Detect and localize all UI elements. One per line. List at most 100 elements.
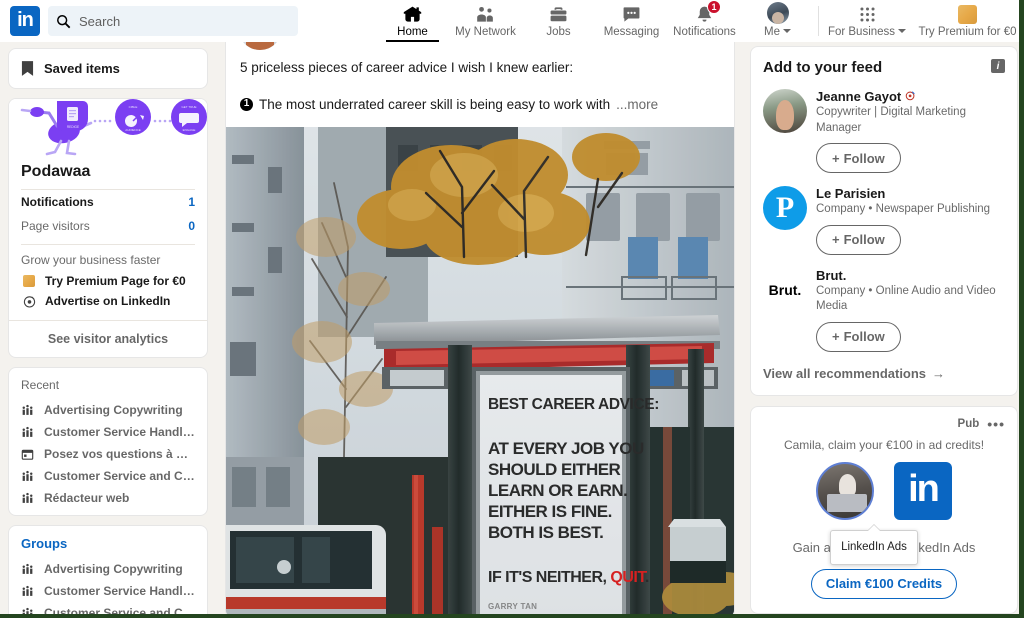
arrow-right-icon: → <box>932 365 946 381</box>
stat-notifications[interactable]: Notifications 1 <box>9 190 207 214</box>
grow-business-label: Grow your business faster <box>21 253 161 267</box>
stat-page-visitors-value: 0 <box>188 219 195 233</box>
post-text-line-2-row: 1 The most underrated career skill is be… <box>240 95 720 115</box>
nav-left: in Search <box>0 6 298 36</box>
nav-divider <box>818 6 819 36</box>
linkedin-logo-icon[interactable]: in <box>10 6 40 36</box>
try-premium-page-label: Try Premium Page for €0 <box>45 274 186 288</box>
page-profile-card: REDIGE CIBLE AUDIENCE GET TRUE ENGAGE Po… <box>8 98 208 358</box>
follow-button-le-parisien[interactable]: + Follow <box>816 224 901 255</box>
ad-card: Pub ••• Camila, claim your €100 in ad cr… <box>750 405 1018 614</box>
nav-item-home[interactable]: Home <box>376 0 449 42</box>
nav-item-me[interactable]: Me <box>741 0 814 42</box>
group-item-0-label: Advertising Copywriting <box>44 562 183 576</box>
suggestion-brut: Brut. Brut. Company • Online Audio and V… <box>763 267 1005 352</box>
recent-item-0-label: Advertising Copywriting <box>44 403 183 417</box>
suggestion-info: Jeanne Gayot Copywriter | Digital Market… <box>816 89 1005 174</box>
advertise-item[interactable]: Advertise on LinkedIn <box>9 291 207 311</box>
search-input[interactable]: Search <box>48 6 298 36</box>
recent-item-2[interactable]: Posez vos questions à un Maît... <box>21 443 195 465</box>
avatar[interactable] <box>763 89 807 133</box>
recent-item-4[interactable]: Rédacteur web <box>21 487 195 509</box>
search-placeholder: Search <box>79 13 121 29</box>
ad-header: Pub ••• <box>763 416 1005 432</box>
ad-pub-label: Pub <box>957 417 980 430</box>
info-icon[interactable]: i <box>991 59 1005 73</box>
nav-item-messaging[interactable]: Messaging <box>595 0 668 42</box>
ellipsis-icon[interactable]: ••• <box>987 416 1005 432</box>
group-icon <box>21 470 36 483</box>
see-visitor-analytics-button[interactable]: See visitor analytics <box>9 320 207 357</box>
saved-items-card[interactable]: Saved items <box>8 48 208 89</box>
avatar-initial: P <box>775 191 795 225</box>
nav-item-home-label: Home <box>397 25 428 38</box>
page-title: Podawaa <box>21 163 91 180</box>
try-premium-page-item[interactable]: Try Premium Page for €0 <box>9 271 207 291</box>
post-image[interactable]: BEST CAREER ADVICE: AT EVERY JOB YOU SHO… <box>226 127 734 617</box>
suggestion-subtitle: Copywriter | Digital Marketing Manager <box>816 106 966 134</box>
nav-item-jobs-label: Jobs <box>546 25 571 38</box>
follow-label: Follow <box>843 232 885 248</box>
post-body: 5 priceless pieces of career advice I wi… <box>226 56 734 114</box>
screen-edge-bottom <box>0 614 1024 618</box>
avatar[interactable]: P <box>763 186 807 231</box>
groups-title[interactable]: Groups <box>21 536 195 551</box>
post-text-line-2: The most underrated career skill is bein… <box>259 96 611 112</box>
plus-icon: + <box>832 150 840 166</box>
suggestion-subtitle: Company • Online Audio and Video Media <box>816 284 996 313</box>
suggestion-info: Le Parisien Company • Newspaper Publishi… <box>816 186 1005 255</box>
nav-item-notifications[interactable]: 1 Notifications <box>668 0 741 42</box>
suggestion-name-row[interactable]: Jeanne Gayot <box>816 89 1005 104</box>
group-item-1[interactable]: Customer Service Handling <box>21 580 195 602</box>
group-icon <box>21 563 36 576</box>
plus-icon: + <box>832 329 840 345</box>
linkedin-logo-icon: in <box>894 461 952 520</box>
stat-page-visitors[interactable]: Page visitors 0 <box>9 214 207 238</box>
follow-label: Follow <box>843 150 885 166</box>
global-nav: in Search Home My Network Jobs Messaging… <box>0 0 1024 42</box>
view-all-recommendations-link[interactable]: View all recommendations → <box>763 352 1005 383</box>
nav-item-try-premium[interactable]: Try Premium for €0 <box>911 0 1024 42</box>
recent-item-1-label: Customer Service Handling <box>44 425 195 439</box>
network-icon <box>476 5 495 24</box>
nav-item-jobs[interactable]: Jobs <box>522 0 595 42</box>
feed-post: 49m • 5 priceless pieces of career advic… <box>225 0 735 618</box>
group-item-1-label: Customer Service Handling <box>44 584 195 598</box>
chevron-down-icon <box>898 29 907 34</box>
nav-item-messaging-label: Messaging <box>603 25 660 38</box>
nav-item-me-label: Me <box>764 25 780 38</box>
messaging-icon <box>622 5 641 24</box>
claim-credits-button[interactable]: Claim €100 Credits <box>811 568 957 599</box>
premium-square-icon <box>21 275 37 287</box>
follow-button-jeanne-gayot[interactable]: + Follow <box>816 143 901 174</box>
nav-item-for-business[interactable]: For Business <box>823 0 911 42</box>
view-all-label: View all recommendations <box>763 365 927 381</box>
suggestion-name-row[interactable]: Le Parisien <box>816 186 1005 201</box>
chevron-down-icon <box>782 29 791 34</box>
suggestion-subtitle: Company • Newspaper Publishing <box>816 203 991 216</box>
suggestion-name: Le Parisien <box>816 186 886 202</box>
advertise-label: Advertise on LinkedIn <box>45 294 171 308</box>
group-item-0[interactable]: Advertising Copywriting <box>21 558 195 580</box>
recent-item-2-label: Posez vos questions à un Maît... <box>44 447 195 461</box>
suggestion-jeanne-gayot: Jeanne Gayot Copywriter | Digital Market… <box>763 89 1005 174</box>
ad-logos: in <box>763 461 1005 520</box>
nav-item-my-network[interactable]: My Network <box>449 0 522 42</box>
nav-item-try-premium-label: Try Premium for €0 <box>918 25 1017 38</box>
add-to-feed-header: Add to your feed i <box>763 59 1005 76</box>
suggestion-name-row[interactable]: Brut. <box>816 268 1005 283</box>
avatar[interactable]: Brut. <box>763 267 807 312</box>
group-icon <box>21 404 36 417</box>
follow-button-brut[interactable]: + Follow <box>816 321 901 352</box>
right-sidebar: Add to your feed i Jeanne Gayot Copywrit… <box>750 46 1018 614</box>
recent-item-1[interactable]: Customer Service Handling <box>21 421 195 443</box>
recent-item-3[interactable]: Customer Service and CX Cha... <box>21 465 195 487</box>
podawaa-banner: REDIGE CIBLE AUDIENCE GET TRUE ENGAGE <box>9 99 207 157</box>
avatar <box>766 1 789 24</box>
svg-text:AUDIENCE: AUDIENCE <box>125 128 141 132</box>
svg-text:GET TRUE: GET TRUE <box>181 105 196 109</box>
see-more-link[interactable]: ...more <box>616 95 658 115</box>
nav-items: Home My Network Jobs Messaging 1 Notific… <box>376 0 1024 42</box>
recent-item-0[interactable]: Advertising Copywriting <box>21 399 195 421</box>
avatar-wordmark: Brut. <box>768 281 802 298</box>
